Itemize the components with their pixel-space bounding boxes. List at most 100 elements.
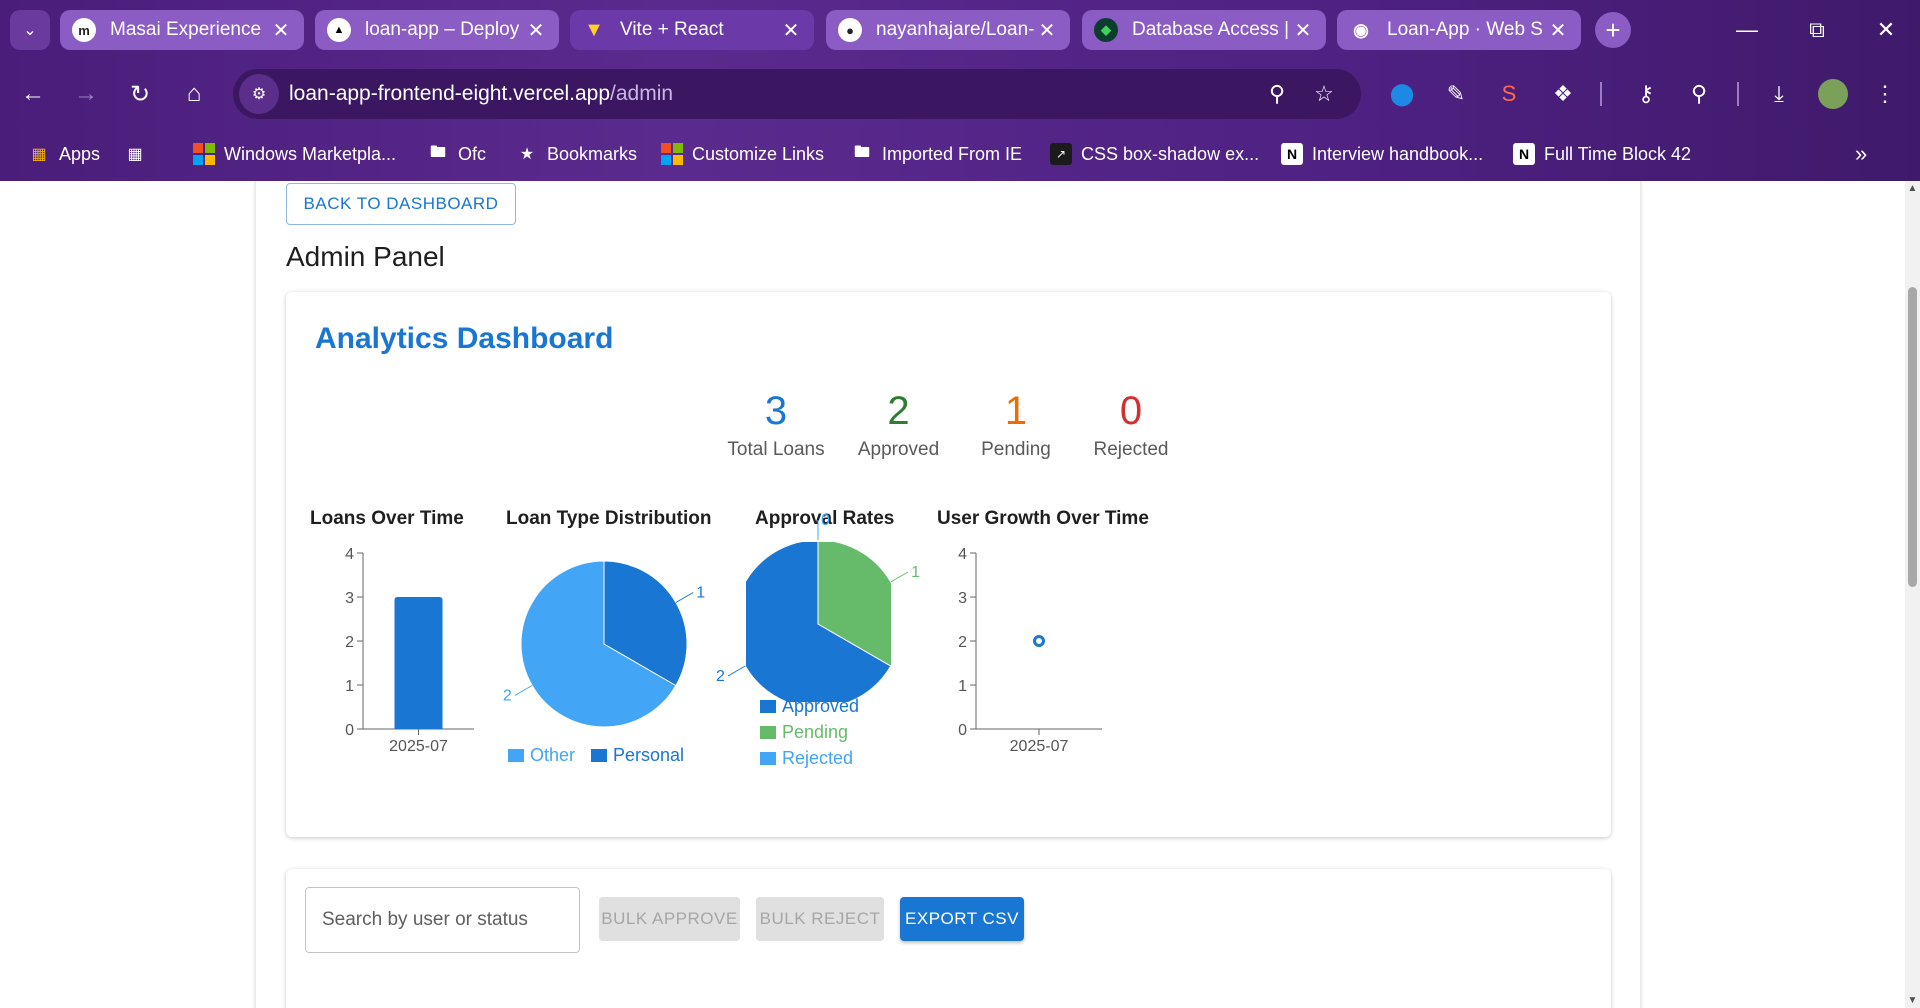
toolbar-divider: [1600, 82, 1602, 106]
bookmark-label: Windows Marketpla...: [224, 143, 397, 164]
mongodb-icon: ◆: [1094, 18, 1118, 42]
line-chart-y-tick-label: 0: [958, 722, 967, 739]
droplet-extension-icon[interactable]: ⬤: [1383, 75, 1421, 113]
loan-actions-card: BULK APPROVE BULK REJECT EXPORT CSV: [286, 869, 1611, 1008]
approval-data-label: 2: [716, 668, 725, 685]
notion-icon: N: [1513, 143, 1535, 165]
arrow-left-icon: ←: [21, 80, 45, 107]
tab-render[interactable]: ◉ Loan-App · Web S ✕: [1337, 10, 1581, 50]
legend-swatch: [591, 749, 607, 762]
close-tab-icon[interactable]: ✕: [1292, 18, 1314, 43]
stat-pending: 1 Pending: [971, 387, 1061, 461]
url-text[interactable]: loan-app-frontend-eight.vercel.app/admin: [289, 82, 673, 106]
svelte-extension-icon[interactable]: S: [1490, 75, 1528, 113]
bookmark-label: Customize Links: [692, 143, 825, 164]
close-tab-icon[interactable]: ✕: [1036, 18, 1058, 43]
analytics-card: Analytics Dashboard 3 Total Loans 2 Appr…: [286, 292, 1611, 837]
grid-icon: ▦: [127, 146, 143, 163]
site-info-icon[interactable]: ⚙: [239, 74, 279, 114]
export-csv-button[interactable]: EXPORT CSV: [900, 897, 1024, 941]
tab-vite-react[interactable]: ▼ Vite + React ✕: [570, 10, 814, 50]
chart-title-user-growth: User Growth Over Time: [937, 508, 1149, 529]
bookmark-css-box-shadow[interactable]: ↗ CSS box-shadow ex...: [1050, 138, 1259, 170]
tab-masai[interactable]: m Masai Experience ✕: [60, 10, 304, 50]
close-tab-icon[interactable]: ✕: [780, 18, 802, 43]
tab-title: loan-app – Deploy: [365, 19, 520, 40]
scroll-up-icon[interactable]: ▲: [1905, 181, 1920, 196]
browser-chrome: ⌄ m Masai Experience ✕ ▲ loan-app – Depl…: [0, 0, 1920, 181]
reload-icon: ↻: [129, 80, 151, 108]
tab-github[interactable]: ● nayanhajare/Loan- ✕: [826, 10, 1070, 50]
bookmark-bookmarks[interactable]: ★ Bookmarks: [516, 138, 637, 170]
forward-button[interactable]: →: [66, 74, 106, 114]
kebab-menu-icon[interactable]: ⋮: [1866, 75, 1904, 113]
bookmark-full-time-block[interactable]: N Full Time Block 42: [1513, 138, 1691, 170]
bookmark-star-icon[interactable]: ☆: [1308, 78, 1340, 110]
zoom-icon[interactable]: ⚲: [1261, 78, 1293, 110]
restore-icon: ⧉: [1809, 17, 1825, 42]
tab-title: Loan-App · Web S: [1387, 19, 1543, 40]
scrollbar-thumb[interactable]: [1908, 287, 1917, 587]
tab-vercel[interactable]: ▲ loan-app – Deploy ✕: [315, 10, 559, 50]
page-scrollbar[interactable]: ▲ ▼: [1905, 181, 1920, 1008]
close-tab-icon[interactable]: ✕: [1547, 18, 1569, 43]
back-button[interactable]: ←: [13, 74, 53, 114]
color-picker-extension-icon[interactable]: ✎: [1437, 75, 1475, 113]
bookmark-label: Apps: [59, 143, 101, 164]
close-window-button[interactable]: ✕: [1863, 12, 1909, 48]
legend-swatch: [760, 726, 776, 739]
password-key-icon[interactable]: ⚷: [1627, 75, 1665, 113]
bookmarks-overflow-icon[interactable]: »: [1855, 138, 1867, 170]
tab-title: Vite + React: [620, 19, 724, 40]
bookmark-customize-links[interactable]: Customize Links: [661, 138, 824, 170]
url-host: loan-app-frontend-eight.vercel.app: [289, 82, 611, 105]
stat-label: Approved: [857, 439, 940, 460]
tab-mongodb[interactable]: ◆ Database Access | ✕: [1082, 10, 1326, 50]
bookmark-interview-handbook[interactable]: N Interview handbook...: [1281, 138, 1483, 170]
line-chart-x-tick-label: 2025-07: [1010, 738, 1069, 755]
bookmark-windows-marketplace[interactable]: Windows Marketpla...: [193, 138, 396, 170]
restore-button[interactable]: ⧉: [1794, 12, 1840, 48]
close-tab-icon[interactable]: ✕: [270, 18, 292, 43]
bookmark-label: Bookmarks: [547, 143, 638, 164]
plus-icon: +: [1605, 14, 1621, 45]
bar: [394, 597, 443, 729]
bulk-reject-button[interactable]: BULK REJECT: [756, 897, 884, 941]
bookmark-ofc[interactable]: 🖿 Ofc: [427, 138, 486, 170]
approval-label-line: [727, 665, 746, 677]
microsoft-icon: [661, 143, 683, 165]
new-tab-button[interactable]: +: [1595, 12, 1631, 48]
url-path: /admin: [610, 82, 674, 105]
extensions-puzzle-icon[interactable]: ❖: [1544, 75, 1582, 113]
bookmarks-bar: ▦ Apps ▦ Windows Marketpla... 🖿 Ofc ★ Bo…: [0, 128, 1920, 181]
search-input[interactable]: [305, 887, 580, 953]
chevron-down-icon: ⌄: [23, 22, 37, 39]
bookmark-apps[interactable]: ▦ Apps: [28, 138, 100, 170]
close-icon: ✕: [1876, 17, 1896, 42]
avatar[interactable]: [1814, 75, 1852, 113]
bookmark-tab-groups[interactable]: ▦: [124, 138, 155, 170]
minimize-icon: —: [1736, 17, 1758, 42]
line-chart-y-tick-label: 3: [958, 590, 967, 607]
toolbar-divider: [1737, 82, 1739, 106]
home-button[interactable]: ⌂: [174, 74, 214, 114]
stat-label: Pending: [981, 439, 1051, 460]
address-bar[interactable]: ⚙ loan-app-frontend-eight.vercel.app/adm…: [233, 69, 1361, 119]
vercel-icon: ▲: [327, 18, 351, 42]
scroll-down-icon[interactable]: ▼: [1905, 993, 1920, 1008]
bar-chart-y-tick-label: 1: [345, 678, 354, 695]
tab-search-button[interactable]: ⌄: [10, 10, 50, 50]
bookmark-imported-from-ie[interactable]: 🖿 Imported From IE: [851, 138, 1022, 170]
minimize-button[interactable]: —: [1724, 12, 1770, 48]
back-to-dashboard-button[interactable]: BACK TO DASHBOARD: [286, 183, 516, 225]
microsoft-icon: [193, 143, 215, 165]
location-pin-icon[interactable]: ⚲: [1680, 75, 1718, 113]
reload-button[interactable]: ↻: [120, 74, 160, 114]
bulk-approve-button[interactable]: BULK APPROVE: [599, 897, 740, 941]
page-viewport: BACK TO DASHBOARD Admin Panel Analytics …: [0, 181, 1905, 1008]
download-icon[interactable]: ⤓: [1760, 75, 1798, 113]
admin-panel-card: BACK TO DASHBOARD Admin Panel Analytics …: [256, 181, 1640, 1008]
close-tab-icon[interactable]: ✕: [525, 18, 547, 43]
loan-type-label-line: [514, 685, 533, 696]
chart-title-loan-type-distribution: Loan Type Distribution: [506, 508, 712, 529]
